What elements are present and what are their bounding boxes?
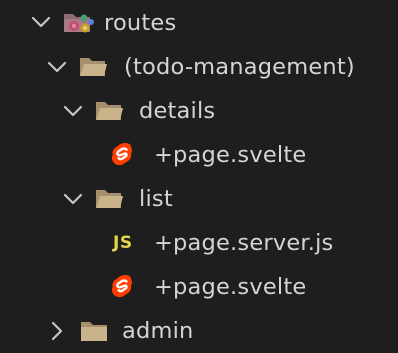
- js-icon: JS: [113, 233, 133, 253]
- tree-item-details[interactable]: details: [0, 89, 398, 133]
- chevron-down-icon[interactable]: [62, 100, 84, 122]
- tree-item-label: +page.svelte: [154, 142, 307, 168]
- tree-item-page-svelte[interactable]: +page.svelte: [0, 265, 398, 309]
- tree-item-admin[interactable]: admin: [0, 309, 398, 353]
- tree-item-label: +page.svelte: [154, 274, 307, 300]
- tree-item-label: list: [139, 186, 173, 212]
- chevron-down-icon[interactable]: [46, 56, 68, 78]
- folder-open-icon: [78, 55, 108, 79]
- tree-item-list[interactable]: list: [0, 177, 398, 221]
- tree-item-label: admin: [122, 318, 194, 344]
- chevron-down-icon[interactable]: [30, 11, 52, 33]
- tree-item-page-svelte[interactable]: +page.svelte: [0, 133, 398, 177]
- tree-item-page-server-js[interactable]: JS +page.server.js: [0, 221, 398, 265]
- chevron-down-icon[interactable]: [62, 188, 84, 210]
- file-explorer-tree: routes (todo-management) details +page.s…: [0, 0, 398, 352]
- svelte-icon: [110, 141, 136, 169]
- folder-open-icon: [94, 99, 124, 123]
- tree-item-label: (todo-management): [124, 54, 355, 80]
- tree-item-todo-management[interactable]: (todo-management): [0, 45, 398, 89]
- svelte-icon: [110, 273, 136, 301]
- folder-icon: [80, 319, 108, 343]
- tree-item-label: routes: [104, 10, 177, 36]
- chevron-right-icon[interactable]: [46, 320, 68, 342]
- routes-folder-icon: [62, 8, 96, 38]
- tree-item-routes[interactable]: routes: [0, 0, 398, 44]
- tree-item-label: +page.server.js: [154, 230, 334, 256]
- folder-open-icon: [94, 187, 124, 211]
- tree-item-label: details: [139, 98, 216, 124]
